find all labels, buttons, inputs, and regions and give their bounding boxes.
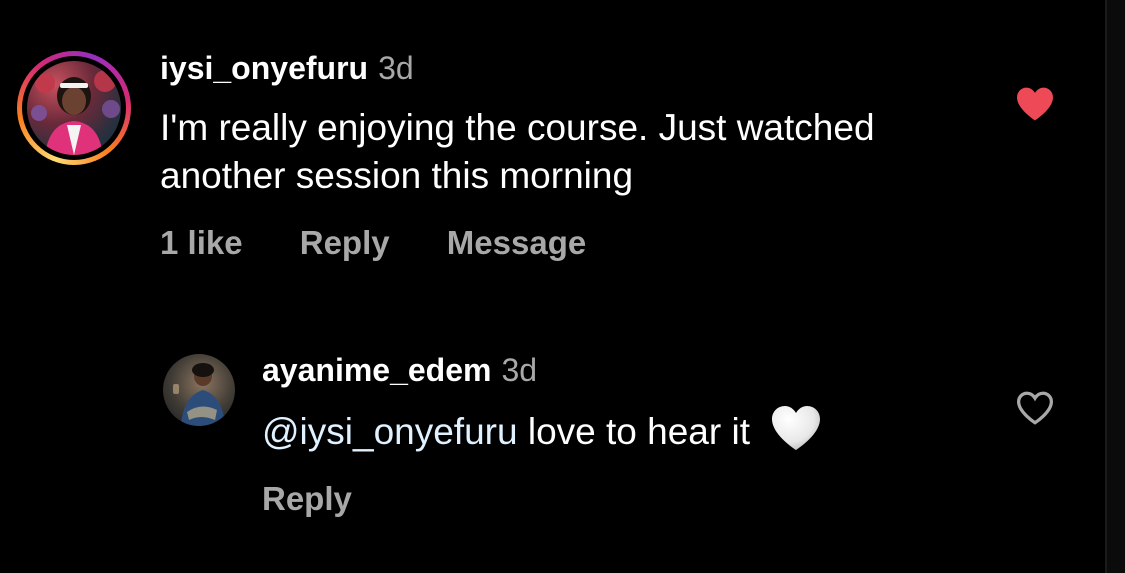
- avatar[interactable]: [163, 354, 235, 426]
- comment-author[interactable]: iysi_onyefuru 3d: [160, 50, 414, 87]
- comment: iysi_onyefuru 3d I'm really enjoying the …: [0, 0, 1100, 290]
- comment-text: I'm really enjoying the course. Just wat…: [160, 107, 875, 196]
- message-button[interactable]: Message: [447, 224, 586, 261]
- timestamp: 3d: [501, 352, 538, 388]
- reply-button[interactable]: Reply: [300, 224, 390, 261]
- reply-author[interactable]: ayanime_edem 3d: [262, 352, 537, 389]
- reply-body: love to hear it: [517, 411, 761, 452]
- story-ring[interactable]: [17, 51, 131, 165]
- reply-text: @iysi_onyefuru love to hear it: [262, 404, 822, 457]
- username[interactable]: iysi_onyefuru: [160, 50, 368, 86]
- avatar-photo-icon: [31, 70, 120, 155]
- avatar-photo-icon: [173, 363, 225, 426]
- reply-button[interactable]: Reply: [262, 480, 352, 517]
- avatar: [27, 61, 121, 155]
- scrollbar-track: [1105, 0, 1125, 573]
- reply-actions: Reply: [262, 480, 352, 518]
- white-heart-emoji-icon: [772, 406, 821, 450]
- timestamp: 3d: [378, 50, 414, 86]
- comment-actions: 1 like Reply Message: [160, 224, 634, 262]
- username[interactable]: ayanime_edem: [262, 352, 491, 388]
- mention-link[interactable]: @iysi_onyefuru: [262, 411, 518, 452]
- heart-filled-icon[interactable]: [1015, 86, 1055, 122]
- likes-count[interactable]: 1 like: [160, 224, 243, 261]
- heart-outline-icon[interactable]: [1015, 390, 1055, 426]
